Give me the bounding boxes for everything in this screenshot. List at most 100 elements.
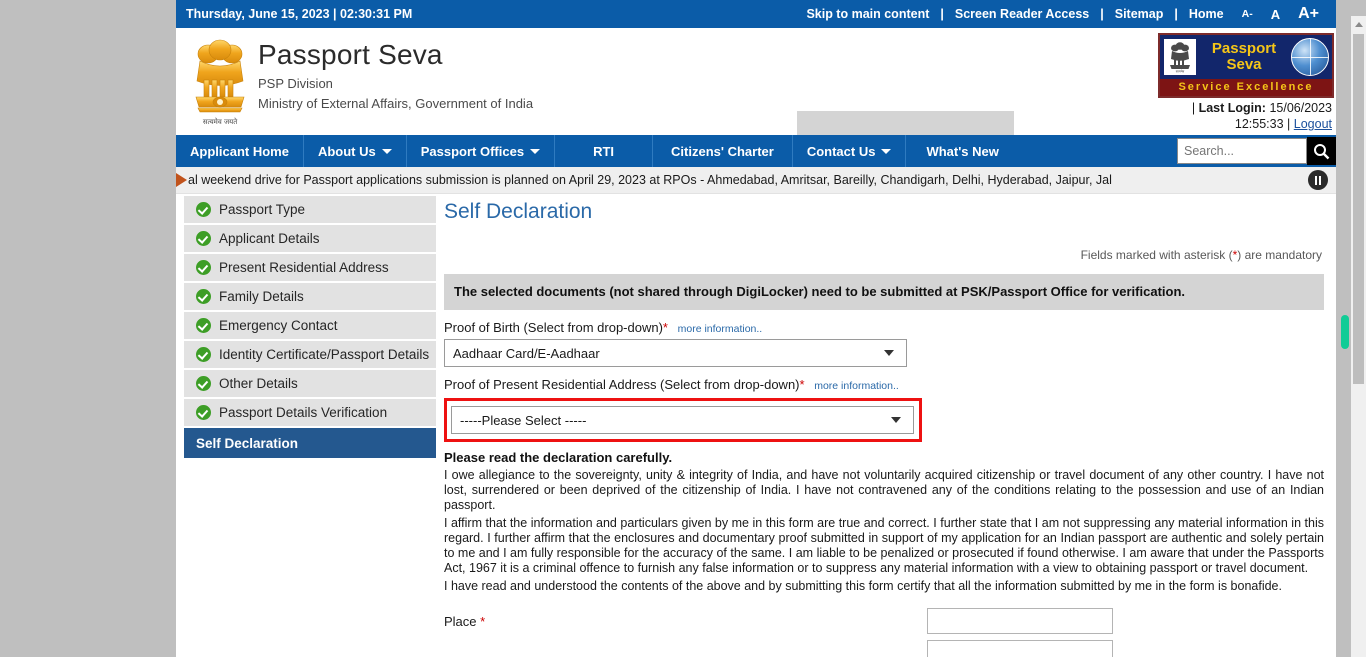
- chevron-down-icon: [881, 148, 892, 154]
- marquee-pause-button[interactable]: [1308, 170, 1328, 190]
- india-state-emblem-icon: सत्यमेव जयते: [186, 34, 254, 126]
- check-circle-icon: [196, 231, 211, 246]
- passport-seva-logo: सत्यमेव Passport Seva Service Excellence: [1158, 33, 1334, 98]
- chevron-up-icon: [1354, 21, 1363, 27]
- site-title: Passport Seva: [258, 39, 443, 70]
- proof-of-birth-select[interactable]: Aadhaar Card/E-Aadhaar: [444, 339, 907, 367]
- scrollbar-up-arrow-button[interactable]: [1351, 16, 1366, 32]
- globe-icon: [1291, 38, 1329, 76]
- last-login-label: Last Login:: [1198, 101, 1266, 115]
- font-size-decrease-button[interactable]: A-: [1233, 8, 1262, 20]
- nav-item-rti[interactable]: RTI: [555, 135, 654, 167]
- sidebar-item-passport-type[interactable]: Passport Type: [184, 196, 436, 225]
- declaration-paragraph-1: I owe allegiance to the sovereignty, uni…: [444, 468, 1324, 512]
- separator-1: |: [940, 7, 944, 21]
- check-circle-icon: [196, 318, 211, 333]
- mandatory-fields-note: Fields marked with asterisk (*) are mand…: [444, 248, 1324, 262]
- place-label: Place *: [444, 614, 927, 629]
- inner-scrollbar-thumb[interactable]: [1341, 315, 1349, 349]
- sitemap-link[interactable]: Sitemap: [1106, 7, 1173, 21]
- svg-text:सत्यमेव: सत्यमेव: [1176, 70, 1185, 74]
- logout-link[interactable]: Logout: [1294, 117, 1332, 131]
- marquee-text: al weekend drive for Passport applicatio…: [188, 173, 1112, 187]
- mandatory-note-pre: Fields marked with asterisk (: [1080, 248, 1233, 262]
- sidebar-item-identity-certificate-passport-details[interactable]: Identity Certificate/Passport Details: [184, 341, 436, 370]
- required-asterisk: *: [799, 377, 805, 392]
- nav-label: Passport Offices: [420, 143, 525, 159]
- required-asterisk: *: [480, 613, 486, 629]
- brand-block: Passport Seva PSP Division Ministry of E…: [258, 38, 533, 111]
- main-navigation: Applicant Home About Us Passport Offices…: [176, 135, 1336, 167]
- nav-item-applicant-home[interactable]: Applicant Home: [176, 135, 304, 167]
- announcement-marquee: al weekend drive for Passport applicatio…: [176, 167, 1336, 194]
- proof-of-address-more-information-link[interactable]: more information..: [814, 380, 899, 392]
- proof-of-address-selected-value: -----Please Select -----: [460, 412, 587, 428]
- font-size-increase-button[interactable]: A+: [1289, 5, 1328, 23]
- search-input[interactable]: [1177, 138, 1307, 164]
- sidebar-item-label: Passport Type: [219, 202, 306, 217]
- nav-label: About Us: [317, 143, 376, 159]
- sidebar-item-label: Family Details: [219, 289, 304, 304]
- search-button[interactable]: [1307, 137, 1336, 165]
- page-canvas: Thursday, June 15, 2023 | 02:30:31 PM Sk…: [176, 0, 1336, 657]
- emblem-motto-text: सत्यमेव जयते: [203, 117, 238, 126]
- chevron-down-icon: [381, 148, 392, 154]
- nav-item-citizens-charter[interactable]: Citizens' Charter: [653, 135, 793, 167]
- page-title: Self Declaration: [444, 200, 593, 223]
- place-input[interactable]: [927, 608, 1113, 634]
- last-login-separator: |: [1191, 101, 1196, 115]
- secondary-text-input[interactable]: [927, 640, 1113, 657]
- digilocker-notice-banner: The selected documents (not shared throu…: [444, 274, 1324, 310]
- sidebar-item-label: Applicant Details: [219, 231, 320, 246]
- proof-of-birth-label-text: Proof of Birth (Select from drop-down): [444, 320, 663, 335]
- proof-of-address-select[interactable]: -----Please Select -----: [451, 406, 914, 434]
- proof-of-birth-more-information-link[interactable]: more information..: [678, 323, 763, 335]
- page-scrollbar-track[interactable]: [1351, 16, 1366, 657]
- nav-item-about-us[interactable]: About Us: [304, 135, 407, 167]
- nav-label: Applicant Home: [190, 143, 289, 159]
- page-body: Passport Type Applicant Details Present …: [176, 194, 1336, 657]
- nav-item-passport-offices[interactable]: Passport Offices: [407, 135, 556, 167]
- logo-emblem-icon: सत्यमेव: [1163, 38, 1197, 76]
- nav-label: Contact Us: [806, 143, 876, 159]
- check-circle-icon: [196, 405, 211, 420]
- search-icon: [1314, 143, 1330, 159]
- chevron-down-icon: [891, 417, 901, 423]
- sidebar-item-label: Emergency Contact: [219, 318, 338, 333]
- sidebar-item-self-declaration[interactable]: Self Declaration: [184, 428, 436, 460]
- chevron-down-icon: [530, 148, 541, 154]
- skip-to-main-content-link[interactable]: Skip to main content: [797, 7, 938, 21]
- nav-item-whats-new[interactable]: What's New: [906, 135, 1018, 167]
- sidebar-item-passport-details-verification[interactable]: Passport Details Verification: [184, 399, 436, 428]
- check-circle-icon: [196, 202, 211, 217]
- nav-item-contact-us[interactable]: Contact Us: [793, 135, 907, 167]
- home-link[interactable]: Home: [1180, 7, 1233, 21]
- logo-top-panel: सत्यमेव Passport Seva: [1158, 33, 1334, 79]
- sidebar-item-family-details[interactable]: Family Details: [184, 283, 436, 312]
- screen-reader-access-link[interactable]: Screen Reader Access: [946, 7, 1098, 21]
- proof-of-address-highlight-box: -----Please Select -----: [444, 398, 922, 442]
- logo-word-seva: Seva: [1226, 56, 1262, 73]
- logo-wordmark: Passport Seva: [1197, 41, 1291, 73]
- pause-bar-right: [1319, 175, 1321, 185]
- sidebar-item-applicant-details[interactable]: Applicant Details: [184, 225, 436, 254]
- declaration-paragraph-2: I affirm that the information and partic…: [444, 516, 1324, 575]
- sidebar-item-other-details[interactable]: Other Details: [184, 370, 436, 399]
- main-content: Self Declaration Fields marked with aste…: [436, 194, 1336, 657]
- site-subtitle-division: PSP Division: [258, 76, 333, 91]
- form-steps-sidebar: Passport Type Applicant Details Present …: [176, 194, 436, 657]
- sidebar-item-emergency-contact[interactable]: Emergency Contact: [184, 312, 436, 341]
- site-header: सत्यमेव जयते Passport Seva PSP Division …: [176, 28, 1336, 142]
- sidebar-item-label: Present Residential Address: [219, 260, 389, 275]
- font-size-normal-button[interactable]: A: [1262, 7, 1289, 22]
- page-scrollbar-thumb[interactable]: [1353, 34, 1364, 384]
- proof-of-address-label-text: Proof of Present Residential Address (Se…: [444, 377, 800, 392]
- sidebar-item-present-residential-address[interactable]: Present Residential Address: [184, 254, 436, 283]
- browser-viewport: Thursday, June 15, 2023 | 02:30:31 PM Sk…: [0, 0, 1366, 657]
- sidebar-item-label: Other Details: [219, 376, 298, 391]
- logo-word-passport: Passport: [1211, 40, 1277, 57]
- logo-tagline: Service Excellence: [1158, 79, 1334, 98]
- sidebar-item-label: Identity Certificate/Passport Details: [219, 347, 430, 362]
- separator-3: |: [1174, 7, 1178, 21]
- search-area: [1177, 135, 1336, 167]
